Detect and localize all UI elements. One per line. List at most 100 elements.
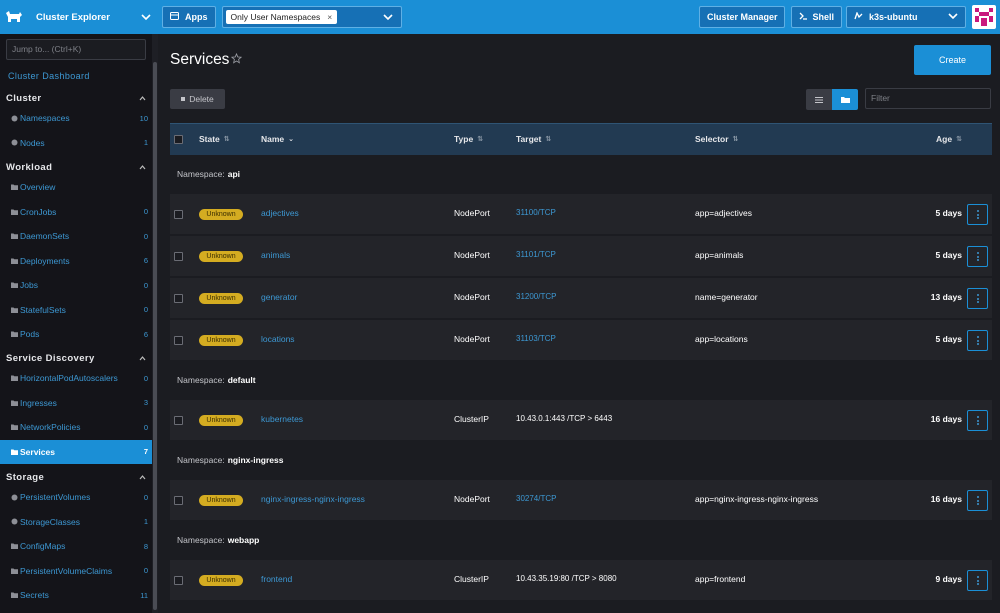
- cluster-explorer-menu[interactable]: Cluster Explorer: [0, 0, 158, 34]
- sidebar-item-label: StatefulSets: [20, 304, 66, 315]
- jump-to-input[interactable]: Jump to... (Ctrl+K): [6, 39, 146, 60]
- column-state[interactable]: State ⇅: [199, 134, 230, 144]
- target-port-link[interactable]: 31200/TCP: [516, 292, 556, 301]
- row-checkbox[interactable]: [174, 294, 183, 303]
- sidebar-item-services[interactable]: Services 7: [0, 439, 152, 464]
- row-actions-button[interactable]: [967, 246, 988, 267]
- sidebar-group-cluster[interactable]: Cluster: [0, 91, 152, 105]
- row-actions-button[interactable]: [967, 490, 988, 511]
- chevron-down-icon[interactable]: [140, 11, 152, 23]
- apps-button[interactable]: Apps: [162, 6, 216, 28]
- row-actions-button[interactable]: [967, 288, 988, 309]
- circle-icon: [10, 493, 18, 501]
- row-actions-button[interactable]: [967, 410, 988, 431]
- target-port-link[interactable]: 30274/TCP: [516, 494, 556, 503]
- row-actions-button[interactable]: [967, 330, 988, 351]
- target-port-link[interactable]: 31100/TCP: [516, 208, 556, 217]
- column-selector[interactable]: Selector ⇅: [695, 134, 738, 144]
- column-age[interactable]: Age ⇅: [936, 134, 962, 144]
- service-type: ClusterIP: [454, 414, 489, 424]
- list-icon: [815, 95, 823, 105]
- chevron-down-icon[interactable]: [382, 11, 394, 23]
- sidebar-item-label: CronJobs: [20, 206, 57, 217]
- folder-icon: [10, 330, 18, 338]
- folder-icon: [10, 257, 18, 265]
- cluster-manager-button[interactable]: Cluster Manager: [698, 6, 786, 28]
- row-checkbox[interactable]: [174, 336, 183, 345]
- selector-value: app=adjectives: [695, 208, 752, 218]
- delete-button[interactable]: Delete: [170, 89, 225, 109]
- sidebar-group-workload[interactable]: Workload: [0, 160, 152, 174]
- sidebar-item-deployments[interactable]: Deployments 6: [0, 249, 152, 273]
- sidebar-item-cronjobs[interactable]: CronJobs 0: [0, 200, 152, 224]
- sidebar-scrollbar-thumb[interactable]: [153, 62, 157, 610]
- dot-icon: [976, 301, 979, 303]
- avatar[interactable]: [972, 5, 996, 29]
- column-name[interactable]: Name ⌄: [261, 134, 294, 144]
- target-port-link[interactable]: 31103/TCP: [516, 334, 556, 343]
- dot-icon: [976, 252, 979, 254]
- sidebar-item-ingresses[interactable]: Ingresses 3: [0, 391, 152, 415]
- circle-icon: [10, 139, 18, 147]
- row-checkbox[interactable]: [174, 252, 183, 261]
- select-all-checkbox[interactable]: [174, 135, 183, 144]
- sidebar-item-daemonsets[interactable]: DaemonSets 0: [0, 224, 152, 248]
- cluster-name: k3s-ubuntu: [869, 12, 918, 22]
- filter-input[interactable]: Filter: [865, 88, 991, 109]
- target-port-link[interactable]: 31101/TCP: [516, 250, 556, 259]
- dot-icon: [976, 343, 979, 345]
- close-icon[interactable]: ×: [327, 12, 332, 22]
- sidebar-item-networkpolicies[interactable]: NetworkPolicies 0: [0, 415, 152, 439]
- sidebar-item-label: Secrets: [20, 590, 49, 600]
- sidebar-item-label: Ingresses: [20, 397, 57, 408]
- sidebar-item-horizontalpodautoscalers[interactable]: HorizontalPodAutoscalers 0: [0, 366, 152, 390]
- dot-icon: [976, 255, 979, 258]
- service-name-link[interactable]: frontend: [261, 574, 292, 584]
- chevron-up-icon[interactable]: [139, 473, 146, 482]
- namespace-group-row: Namespace: default: [170, 366, 992, 393]
- sidebar-item-jobs[interactable]: Jobs 0: [0, 273, 152, 297]
- create-button[interactable]: Create: [914, 45, 991, 75]
- service-name-link[interactable]: generator: [261, 292, 297, 302]
- sidebar-item-pods[interactable]: Pods 6: [0, 322, 152, 346]
- service-name-link[interactable]: kubernetes: [261, 414, 303, 424]
- sort-icon: ⇅: [545, 136, 552, 143]
- sidebar-item-namespaces[interactable]: Namespaces 10: [0, 106, 152, 130]
- sort-icon: ⇅: [956, 136, 962, 143]
- dot-icon: [976, 416, 979, 418]
- sidebar-item-persistentvolumeclaims[interactable]: PersistentVolumeClaims 0: [0, 559, 152, 583]
- row-checkbox[interactable]: [174, 416, 183, 425]
- sidebar-item-secrets[interactable]: Secrets 11: [0, 583, 152, 607]
- namespace-prefix: Namespace:: [177, 454, 225, 465]
- chevron-up-icon[interactable]: [139, 94, 146, 103]
- chevron-up-icon[interactable]: [139, 354, 146, 363]
- sidebar-group-service-discovery[interactable]: Service Discovery: [0, 351, 152, 365]
- sidebar-item-persistentvolumes[interactable]: PersistentVolumes 0: [0, 485, 152, 509]
- cluster-dashboard-link[interactable]: Cluster Dashboard: [8, 71, 90, 81]
- row-checkbox[interactable]: [174, 496, 183, 505]
- service-name-link[interactable]: animals: [261, 250, 290, 260]
- service-name-link[interactable]: nginx-ingress-nginx-ingress: [261, 494, 365, 504]
- row-checkbox[interactable]: [174, 576, 183, 585]
- sidebar-item-configmaps[interactable]: ConfigMaps 8: [0, 534, 152, 558]
- column-type[interactable]: Type ⇅: [454, 134, 483, 144]
- sidebar-item-statefulsets[interactable]: StatefulSets 0: [0, 298, 152, 322]
- row-actions-button[interactable]: [967, 204, 988, 225]
- sidebar-item-overview[interactable]: Overview: [0, 175, 152, 199]
- namespace-filter[interactable]: Only User Namespaces ×: [221, 6, 402, 28]
- service-name-link[interactable]: locations: [261, 334, 295, 344]
- row-checkbox[interactable]: [174, 210, 183, 219]
- service-name-link[interactable]: adjectives: [261, 208, 299, 218]
- cluster-selector[interactable]: k3s-ubuntu: [846, 6, 966, 28]
- chevron-up-icon[interactable]: [139, 163, 146, 172]
- sidebar-item-storageclasses[interactable]: StorageClasses 1: [0, 510, 152, 534]
- row-actions-button[interactable]: [967, 570, 988, 591]
- table-row: Unknown generator NodePort 31200/TCP name=ge…: [170, 278, 992, 319]
- shell-button[interactable]: Shell: [791, 6, 842, 28]
- sidebar-item-nodes[interactable]: Nodes 1: [0, 131, 152, 155]
- group-view-button[interactable]: [832, 89, 858, 110]
- list-view-button[interactable]: [806, 89, 832, 110]
- column-target[interactable]: Target ⇅: [516, 134, 551, 144]
- star-icon[interactable]: [230, 52, 243, 65]
- sidebar-group-storage[interactable]: Storage: [0, 470, 152, 484]
